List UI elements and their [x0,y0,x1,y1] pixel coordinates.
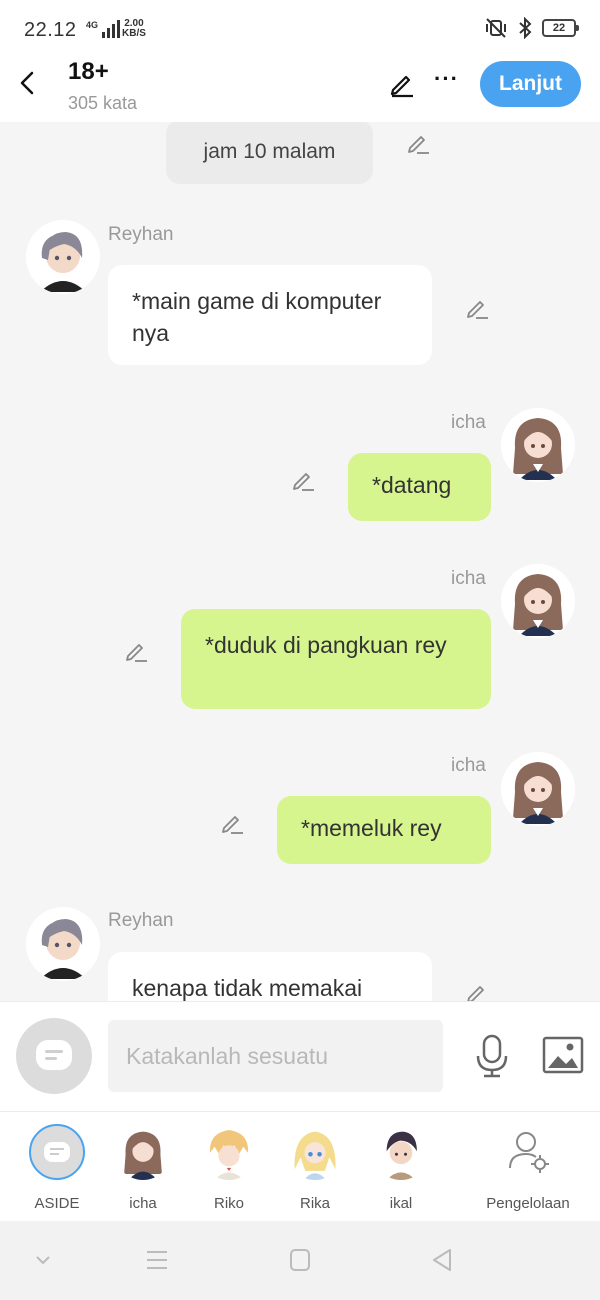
speaker-name: Reyhan [108,224,174,245]
character-label: Pengelolaan [486,1195,570,1212]
vibrate-off-icon [486,18,506,38]
icha-avatar-icon [501,752,575,826]
avatar-icha[interactable] [501,408,575,482]
character-icha[interactable]: icha [98,1124,188,1212]
image-icon[interactable] [542,1036,584,1074]
edit-pencil-icon[interactable] [219,810,245,836]
character-rika[interactable]: Rika [270,1124,360,1212]
edit-pencil-icon[interactable] [123,638,149,664]
bluetooth-icon [519,17,532,39]
back-triangle-icon[interactable] [428,1247,458,1273]
character-selector: ASIDE icha Riko Rika ikal Pengelolaan [0,1111,600,1221]
next-button[interactable]: Lanjut [480,61,581,107]
icha-avatar-icon [115,1124,171,1180]
message-bubble[interactable]: kenapa tidak memakai [108,952,432,1001]
message-bubble[interactable]: *memeluk rey [277,796,491,864]
edit-pencil-icon[interactable] [388,70,416,98]
story-header: 18+ 305 kata ··· Lanjut [0,58,600,122]
back-arrow-icon[interactable] [14,68,42,98]
character-label: Riko [213,1195,244,1212]
chevron-down-icon[interactable] [28,1247,58,1273]
avatar-reyhan[interactable] [26,907,100,981]
icha-avatar-icon [501,564,575,638]
message-bubble[interactable]: *datang [348,453,491,521]
reyhan-avatar-icon [26,907,100,981]
edit-pencil-icon[interactable] [464,980,490,1001]
more-options-button[interactable]: ··· [434,66,459,92]
icha-avatar-icon [501,408,575,482]
avatar-reyhan[interactable] [26,220,100,294]
character-aside[interactable]: ASIDE [12,1124,102,1212]
character-riko[interactable]: Riko [184,1124,274,1212]
chat-bubble-icon [36,1040,72,1070]
ikal-avatar-icon [373,1124,429,1180]
manage-characters-button[interactable]: Pengelolaan [472,1124,584,1212]
character-label: ASIDE [34,1195,80,1212]
word-count: 305 kata [68,93,138,113]
status-time: 22.12 [24,19,77,41]
riko-avatar-icon [201,1124,257,1180]
network-speed: 2.00 KB/S [122,19,146,39]
character-ikal[interactable]: ikal [356,1124,446,1212]
chat-area[interactable]: jam 10 malam Reyhan *main game di komput… [0,122,600,1001]
edit-pencil-icon[interactable] [464,295,490,321]
message-bubble[interactable]: *duduk di pangkuan rey [181,609,491,709]
aside-icon [29,1124,85,1180]
character-label: ikal [389,1195,413,1212]
story-title: 18+ [68,58,109,85]
message-input-bar [0,1001,600,1111]
message-input[interactable] [108,1020,443,1092]
character-label: Rika [299,1195,330,1212]
person-settings-icon [500,1124,556,1180]
speaker-name: Reyhan [108,910,174,931]
edit-pencil-icon[interactable] [405,130,431,156]
rika-avatar-icon [287,1124,343,1180]
speaker-name: icha [451,412,486,433]
signal-icon: 4G [86,20,121,38]
menu-icon[interactable] [142,1247,172,1273]
battery-icon: 22 [542,19,579,37]
aside-toggle-button[interactable] [16,1018,92,1094]
network-speed-unit: KB/S [122,28,146,39]
avatar-icha[interactable] [501,564,575,638]
network-type: 4G [86,20,99,30]
avatar-icha[interactable] [501,752,575,826]
reyhan-avatar-icon [26,220,100,294]
message-bubble[interactable]: *main game di komputer nya [108,265,432,365]
character-label: icha [129,1195,157,1212]
status-bar: 22.12 4G 2.00 KB/S 22 [0,0,600,58]
speaker-name: icha [451,568,486,589]
narration-bubble[interactable]: jam 10 malam [166,122,373,184]
microphone-icon[interactable] [474,1034,510,1078]
home-icon[interactable] [285,1247,315,1273]
edit-pencil-icon[interactable] [290,467,316,493]
system-navigation-bar [0,1221,600,1300]
speaker-name: icha [451,755,486,776]
